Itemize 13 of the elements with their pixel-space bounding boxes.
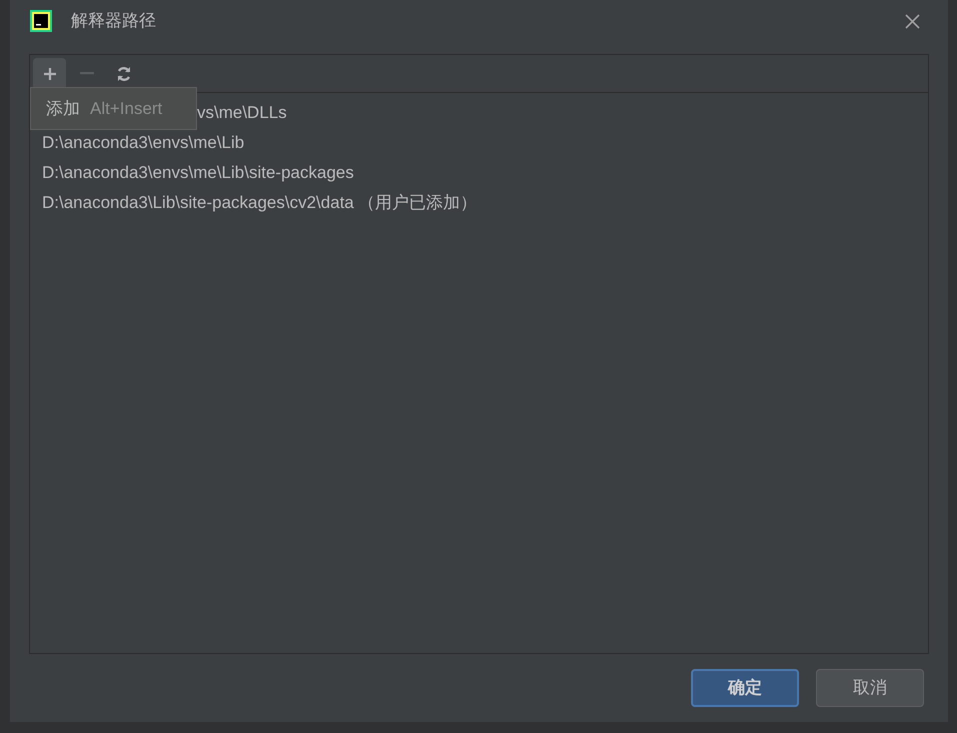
path-item[interactable]: D:\anaconda3\envs\me\Lib\site-packages [42, 160, 354, 186]
path-note: （用户已添加） [358, 192, 477, 214]
close-icon[interactable] [905, 14, 920, 28]
ok-button[interactable]: 确定 [691, 669, 799, 707]
path-item[interactable]: vs\me\DLLs [197, 100, 287, 126]
shortcut-hint: Alt+Insert [90, 98, 162, 120]
cancel-button[interactable]: 取消 [816, 669, 924, 707]
window-title: 解释器路径 [71, 10, 156, 32]
path-item[interactable]: D:\anaconda3\Lib\site-packages\cv2\data [42, 190, 354, 216]
add-button[interactable] [33, 58, 66, 90]
app-logo-icon [30, 10, 52, 32]
tooltip-label: 添加 [46, 98, 80, 120]
path-item[interactable]: D:\anaconda3\envs\me\Lib [42, 130, 244, 156]
